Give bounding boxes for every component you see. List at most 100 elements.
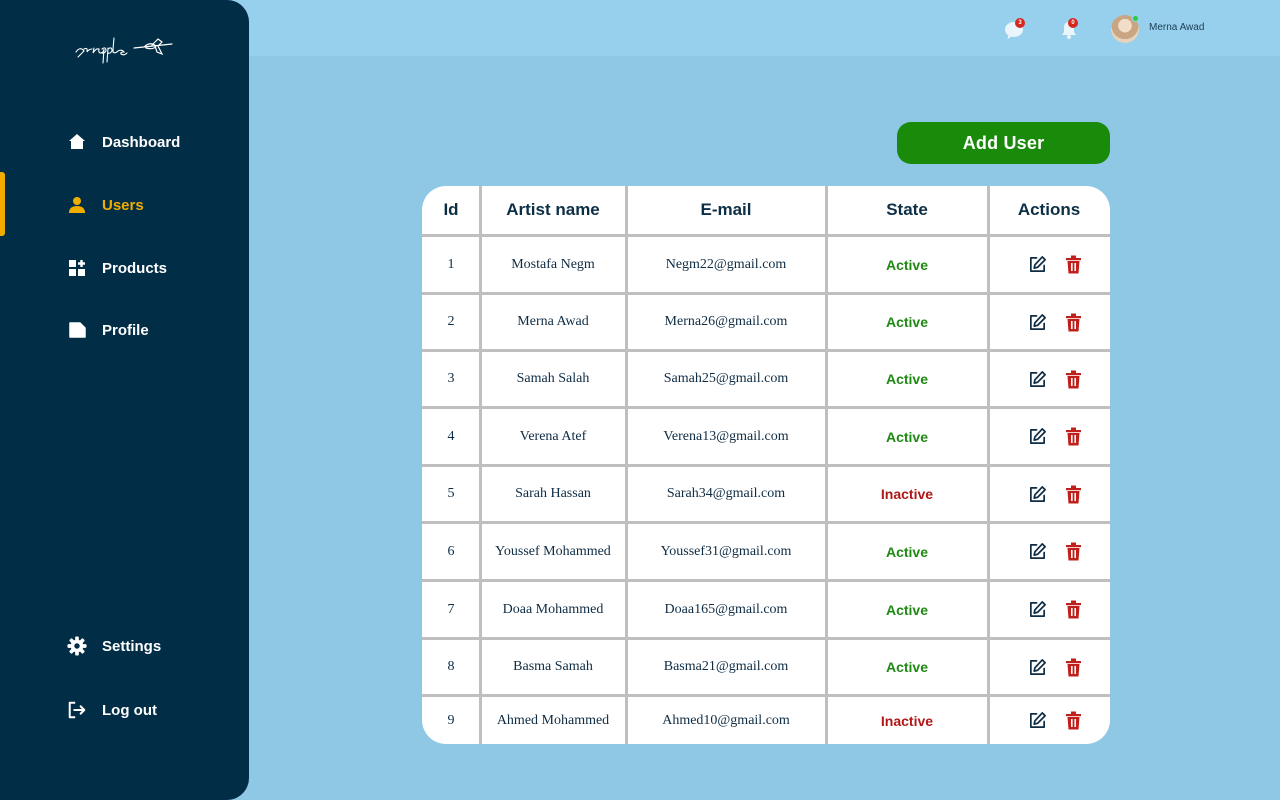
status-badge: Active <box>885 314 929 330</box>
sidebar-item-label: Products <box>102 259 168 277</box>
header-id: Id <box>443 200 459 219</box>
trash-icon <box>1065 600 1081 619</box>
header-state: State <box>886 200 928 219</box>
trash-icon <box>1065 542 1081 561</box>
trash-icon <box>1065 658 1081 676</box>
row-artist-name: Samah Salah <box>516 371 590 386</box>
row-divider <box>422 579 1110 582</box>
edit-icon <box>1029 313 1046 330</box>
row-artist-name: Verena Atef <box>519 428 587 444</box>
add-user-button[interactable]: Add User <box>897 122 1110 164</box>
edit-button[interactable] <box>1027 711 1047 731</box>
row-artist-name: Basma Samah <box>513 659 593 674</box>
gear-icon <box>67 636 87 656</box>
table-row: 2 Merna Awad Merna26@gmail.com Active <box>422 295 1110 349</box>
row-actions <box>1027 524 1083 579</box>
delete-button[interactable] <box>1063 657 1083 677</box>
row-artist-name: Mostafa Negm <box>511 256 595 272</box>
delete-button[interactable] <box>1063 427 1083 447</box>
edit-button[interactable] <box>1027 600 1047 620</box>
row-divider <box>422 292 1110 295</box>
edit-icon <box>1029 428 1046 445</box>
row-actions <box>1027 467 1083 521</box>
delete-button[interactable] <box>1063 711 1083 731</box>
edit-button[interactable] <box>1027 427 1047 447</box>
status-badge: Active <box>885 428 929 445</box>
user-name[interactable]: Merna Awad <box>1149 22 1204 33</box>
edit-icon <box>1029 543 1046 560</box>
row-artist-name: Ahmed Mohammed <box>496 712 610 728</box>
notifications-button[interactable]: 0 <box>1058 18 1082 43</box>
delete-button[interactable] <box>1063 484 1083 504</box>
row-divider <box>422 234 1110 237</box>
row-actions <box>1027 237 1083 292</box>
sidebar-item-products[interactable]: Products <box>0 248 249 288</box>
row-email: Negm22@gmail.com <box>665 256 787 272</box>
online-status-dot <box>1132 15 1139 22</box>
edit-button[interactable] <box>1027 657 1047 677</box>
edit-button[interactable] <box>1027 484 1047 504</box>
file-icon <box>67 320 87 340</box>
table-row: 5 Sarah Hassan Sarah34@gmail.com Inactive <box>422 467 1110 521</box>
row-id: 6 <box>447 543 455 559</box>
sidebar-item-users[interactable]: Users <box>0 185 249 225</box>
messages-button[interactable]: 3 <box>1003 18 1027 43</box>
row-email: Verena13@gmail.com <box>663 428 789 444</box>
status-badge: Active <box>885 371 929 387</box>
row-divider <box>422 464 1110 467</box>
edit-button[interactable] <box>1027 542 1047 562</box>
row-divider <box>422 349 1110 352</box>
header-artist-name: Artist name <box>506 200 600 219</box>
sidebar-item-settings[interactable]: Settings <box>0 626 249 666</box>
sidebar-item-label: Profile <box>102 321 149 339</box>
edit-icon <box>1029 601 1046 618</box>
trash-icon <box>1065 711 1081 730</box>
table-row: 8 Basma Samah Basma21@gmail.com Active <box>422 640 1110 694</box>
row-id: 4 <box>447 428 455 444</box>
edit-icon <box>1029 712 1046 729</box>
row-id: 7 <box>447 601 455 617</box>
grid-plus-icon <box>67 258 87 278</box>
row-divider <box>422 521 1110 524</box>
row-artist-name: Merna Awad <box>517 314 589 329</box>
table-row: 4 Verena Atef Verena13@gmail.com Active <box>422 409 1110 464</box>
table-row: 9 Ahmed Mohammed Ahmed10@gmail.com Inactive <box>422 697 1110 744</box>
row-email: Samah25@gmail.com <box>663 371 789 386</box>
table-row: 7 Doaa Mohammed Doaa165@gmail.com Active <box>422 582 1110 637</box>
row-id: 9 <box>447 712 455 728</box>
header-actions: Actions <box>1017 200 1081 219</box>
row-artist-name: Sarah Hassan <box>515 486 591 501</box>
sidebar-item-dashboard[interactable]: Dashboard <box>0 122 249 162</box>
row-email: Sarah34@gmail.com <box>666 486 786 501</box>
status-badge: Active <box>885 659 929 675</box>
delete-button[interactable] <box>1063 600 1083 620</box>
sidebar-item-label: Dashboard <box>102 133 181 151</box>
delete-button[interactable] <box>1063 255 1083 275</box>
edit-button[interactable] <box>1027 312 1047 332</box>
sidebar-item-logout[interactable]: Log out <box>0 690 249 730</box>
row-artist-name: Doaa Mohammed <box>502 601 604 617</box>
row-actions <box>1027 409 1083 464</box>
row-actions <box>1027 697 1083 744</box>
row-actions <box>1027 582 1083 637</box>
header-email: E-mail <box>700 200 752 219</box>
edit-button[interactable] <box>1027 255 1047 275</box>
row-artist-name: Youssef Mohammed <box>495 543 611 559</box>
edit-button[interactable] <box>1027 369 1047 389</box>
edit-icon <box>1029 256 1046 273</box>
table-row: 6 Youssef Mohammed Youssef31@gmail.com Acti… <box>422 524 1110 579</box>
status-badge: Active <box>885 256 929 273</box>
delete-button[interactable] <box>1063 312 1083 332</box>
row-actions <box>1027 295 1083 349</box>
delete-button[interactable] <box>1063 369 1083 389</box>
sidebar-item-label: Log out <box>102 701 157 719</box>
sidebar-item-profile[interactable]: Profile <box>0 310 249 350</box>
row-divider <box>422 694 1110 697</box>
row-id: 1 <box>447 256 455 272</box>
row-id: 8 <box>447 659 455 674</box>
delete-button[interactable] <box>1063 542 1083 562</box>
sidebar-item-label: Settings <box>102 637 162 655</box>
row-email: Basma21@gmail.com <box>663 659 789 674</box>
logout-icon <box>67 700 87 720</box>
app-logo[interactable] <box>72 30 180 74</box>
